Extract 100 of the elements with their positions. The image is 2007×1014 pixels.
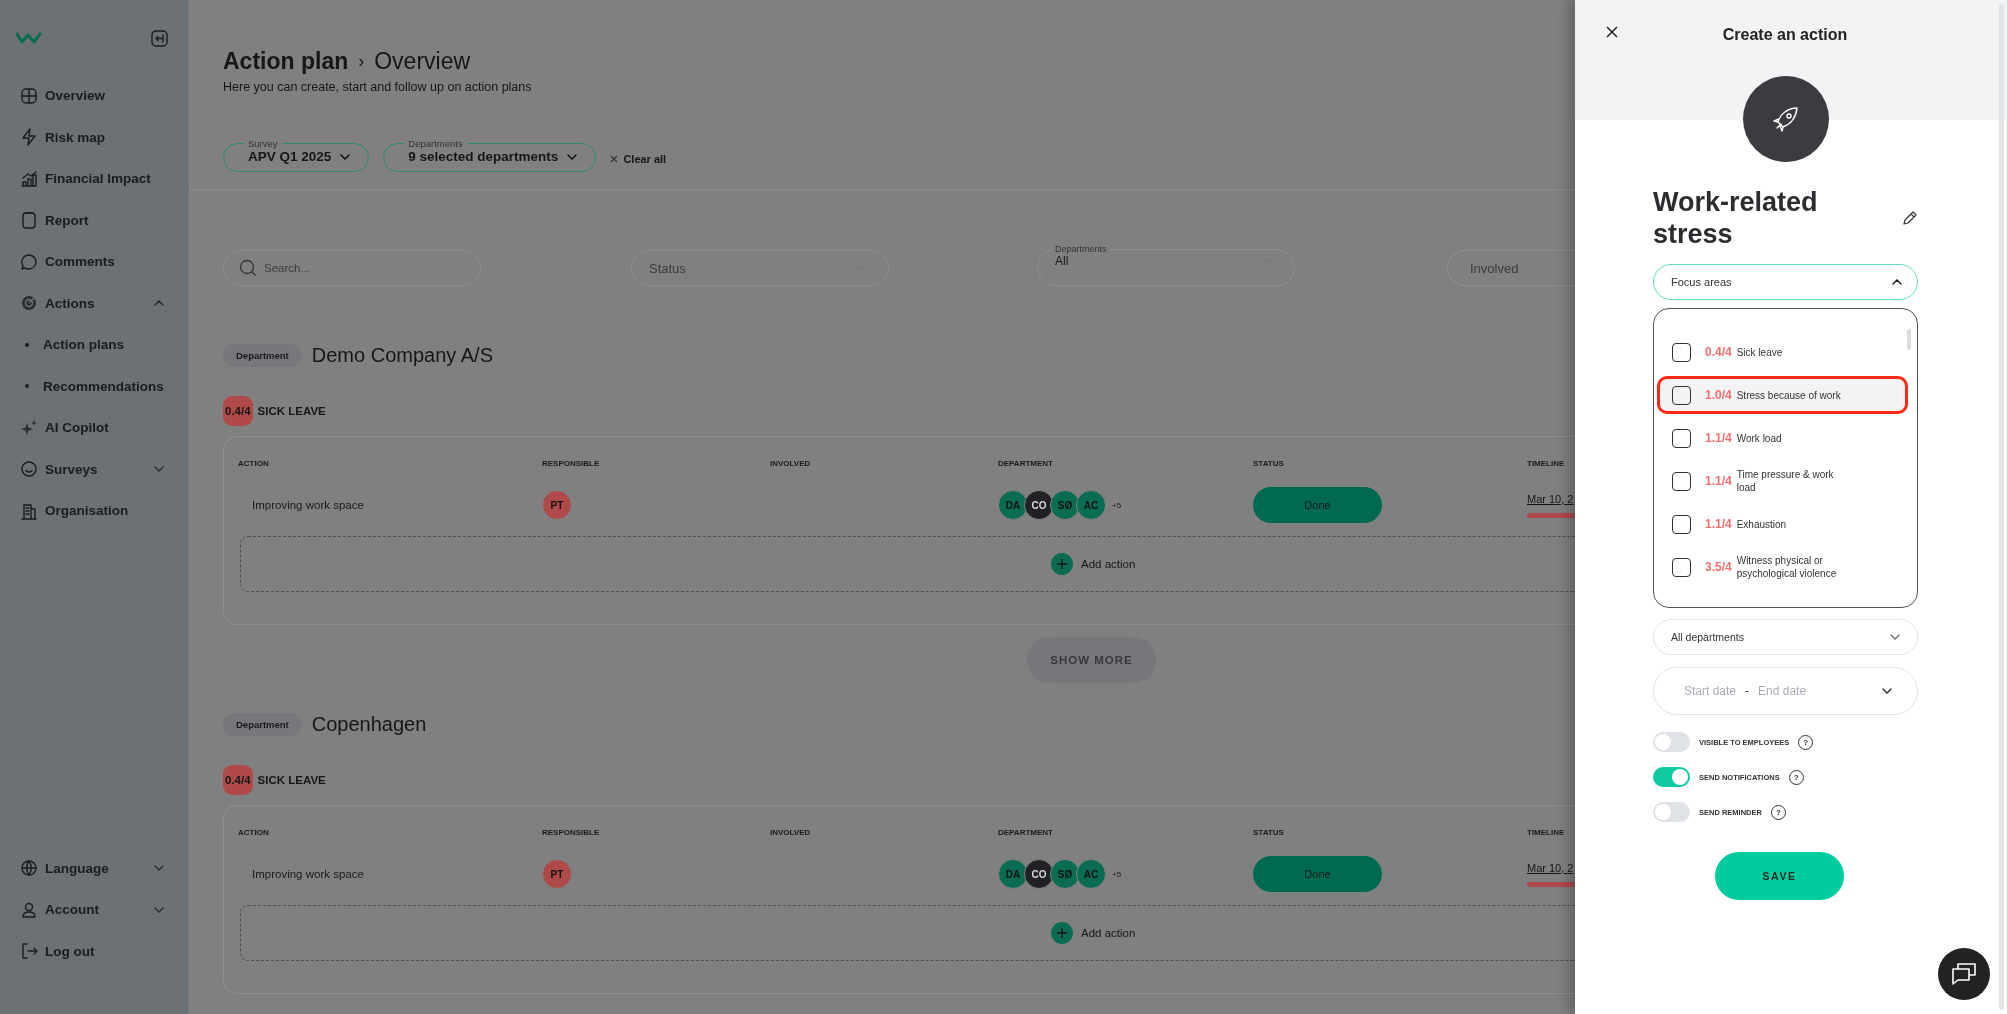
plus-icon bbox=[1051, 922, 1073, 944]
collapse-sidebar-icon[interactable] bbox=[151, 29, 168, 47]
avatar: SØ bbox=[1050, 859, 1080, 889]
score-badge: 0.4/4 bbox=[223, 765, 253, 795]
pencil-icon[interactable] bbox=[1902, 210, 1918, 226]
nav-item[interactable]: Recommendations bbox=[0, 365, 188, 407]
globe-icon bbox=[20, 859, 38, 878]
target-icon bbox=[20, 294, 38, 313]
grid-icon bbox=[20, 86, 38, 105]
nav-item[interactable]: Surveys bbox=[0, 448, 188, 490]
score-badge: 0.4/4 bbox=[223, 396, 253, 426]
department-tag: Department bbox=[223, 344, 302, 367]
avatar: DA bbox=[998, 490, 1028, 520]
search-field[interactable]: Search... bbox=[223, 250, 481, 286]
clipboard-icon bbox=[20, 211, 38, 230]
column-header: TIMELINE bbox=[1527, 459, 1566, 470]
focus-area-option[interactable]: 0.4/4 Sick leave bbox=[1657, 333, 1908, 371]
column-header: INVOLVED bbox=[770, 459, 812, 470]
table-cell-text: Improving work space bbox=[251, 498, 365, 513]
avatar: AC bbox=[1076, 490, 1106, 520]
bolt-icon bbox=[20, 128, 38, 147]
checkbox[interactable] bbox=[1672, 342, 1691, 362]
clear-all-button[interactable]: Clear all bbox=[610, 145, 667, 165]
more-count: +5 bbox=[1112, 869, 1122, 879]
rocket-icon bbox=[1772, 105, 1800, 133]
timeline-date[interactable]: Mar 10, 2 bbox=[1527, 492, 1574, 505]
bar-chart-icon bbox=[20, 169, 38, 188]
more-count: +5 bbox=[1112, 500, 1122, 510]
smiley-icon bbox=[20, 460, 38, 479]
close-icon bbox=[610, 155, 619, 163]
avatar: CO bbox=[1024, 859, 1054, 889]
timeline-date[interactable]: Mar 10, 2 bbox=[1527, 861, 1574, 874]
bullet-dot bbox=[25, 384, 29, 389]
status-button[interactable]: Done bbox=[1253, 487, 1382, 523]
page-subtitle: Here you can create, start and follow up on action plans bbox=[223, 80, 533, 94]
nav-item[interactable]: Overview bbox=[0, 75, 188, 117]
column-header: DEPARTMENT bbox=[998, 828, 1054, 839]
nav-item[interactable]: Report bbox=[0, 199, 188, 241]
chevron-icon bbox=[567, 153, 578, 160]
nav-item[interactable]: Account bbox=[0, 889, 188, 931]
nav-item[interactable]: AI Copilot bbox=[0, 407, 188, 449]
timeline-bar bbox=[1527, 881, 1575, 887]
column-header: INVOLVED bbox=[770, 828, 812, 839]
breadcrumb-separator: › bbox=[358, 51, 365, 72]
focus-area-option[interactable]: 1.0/4 Stress because of work bbox=[1657, 376, 1908, 414]
toggle-switch[interactable] bbox=[1653, 767, 1690, 787]
bullet-dot bbox=[25, 342, 29, 347]
focus-area-option[interactable]: 1.1/4 Exhaustion bbox=[1657, 505, 1908, 543]
category-label: SICK LEAVE bbox=[257, 405, 326, 417]
column-header: RESPONSIBLE bbox=[542, 828, 601, 839]
column-header: DEPARTMENT bbox=[998, 459, 1054, 470]
logout-icon bbox=[20, 942, 38, 961]
add-action-button[interactable]: Add action bbox=[1051, 922, 1136, 944]
avatar: DA bbox=[998, 859, 1028, 889]
column-header: RESPONSIBLE bbox=[542, 459, 601, 470]
logo-icon bbox=[16, 32, 42, 44]
department-name: Demo Company A/S bbox=[311, 344, 493, 367]
nav-item[interactable]: Log out bbox=[0, 930, 188, 972]
person-icon bbox=[20, 900, 38, 919]
avatar: CO bbox=[1024, 490, 1054, 520]
nav-item[interactable]: Language bbox=[0, 847, 188, 889]
close-icon[interactable] bbox=[1606, 26, 1618, 38]
department-name: Copenhagen bbox=[311, 713, 427, 736]
toggle-switch[interactable] bbox=[1653, 802, 1690, 822]
avatar: AC bbox=[1076, 859, 1106, 889]
checkbox[interactable] bbox=[1672, 428, 1691, 448]
chat-icon bbox=[1951, 962, 1977, 986]
scrollbar-thumb[interactable] bbox=[1907, 329, 1911, 350]
save-button[interactable]: SAVE bbox=[1715, 852, 1844, 900]
column-header: TIMELINE bbox=[1527, 828, 1566, 839]
table-cell-text: Improving work space bbox=[251, 867, 365, 882]
nav-item[interactable]: Risk map bbox=[0, 116, 188, 158]
nav-item[interactable]: Comments bbox=[0, 241, 188, 283]
nav-item[interactable]: Action plans bbox=[0, 324, 188, 366]
nav-item[interactable]: Financial Impact bbox=[0, 158, 188, 200]
timeline-bar bbox=[1527, 512, 1575, 518]
chevron-icon bbox=[340, 153, 351, 160]
focus-areas-field[interactable]: Focus areas bbox=[1653, 264, 1918, 300]
chat-button[interactable] bbox=[1938, 948, 1990, 1000]
toggle-switch[interactable] bbox=[1653, 732, 1690, 752]
nav-item[interactable]: Organisation bbox=[0, 490, 188, 532]
speech-bubble-icon bbox=[20, 252, 38, 271]
status-button[interactable]: Done bbox=[1253, 856, 1382, 892]
plus-icon bbox=[1051, 553, 1073, 575]
focus-area-option[interactable]: 1.1/4 Work load bbox=[1657, 419, 1908, 457]
add-action-button[interactable]: Add action bbox=[1051, 553, 1136, 575]
column-header: STATUS bbox=[1253, 828, 1285, 839]
column-header: STATUS bbox=[1253, 459, 1285, 470]
checkbox[interactable] bbox=[1672, 471, 1691, 491]
checkbox[interactable] bbox=[1672, 557, 1691, 577]
column-header: ACTION bbox=[238, 459, 270, 470]
show-more-button[interactable]: SHOW MORE bbox=[1027, 637, 1156, 683]
column-header: ACTION bbox=[238, 828, 270, 839]
department-tag: Department bbox=[223, 713, 302, 736]
checkbox[interactable] bbox=[1672, 385, 1691, 405]
page-title: Overview bbox=[374, 48, 471, 75]
checkbox[interactable] bbox=[1672, 514, 1691, 534]
breadcrumb-link[interactable]: Action plan bbox=[223, 48, 349, 75]
chevron-icon bbox=[1882, 688, 1892, 694]
nav-item[interactable]: Actions bbox=[0, 282, 188, 324]
